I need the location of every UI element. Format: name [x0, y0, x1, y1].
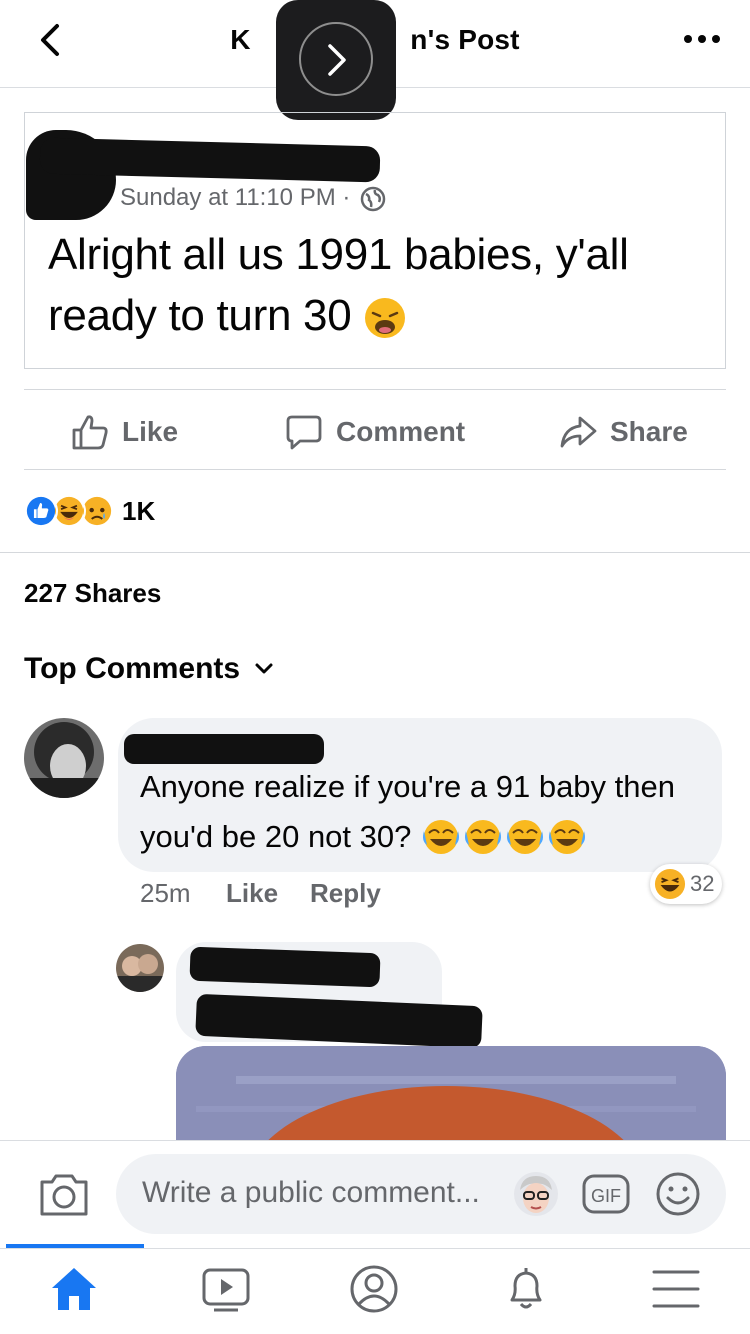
reply-avatar[interactable] [116, 944, 164, 992]
menu-icon[interactable] [650, 1264, 702, 1314]
comment-input[interactable]: Write a public comment... [116, 1154, 726, 1234]
post-text: Alright all us 1991 babies, y'all ready … [48, 230, 629, 340]
share-button[interactable]: Share [558, 410, 688, 454]
comment-reaction-number: 32 [690, 871, 715, 896]
svg-text:GIF: GIF [591, 1186, 621, 1206]
more-horizontal-icon[interactable] [682, 28, 722, 50]
share-arrow-icon [560, 416, 597, 448]
gif-icon[interactable]: GIF [582, 1172, 630, 1216]
avatar-sticker-icon[interactable] [512, 1170, 560, 1218]
comment-sort-label: Top Comments [24, 652, 241, 685]
divider [24, 389, 726, 390]
haha-reaction-icon [654, 868, 686, 900]
reaction-summary[interactable]: 1K [24, 494, 155, 528]
assistive-forward-button[interactable] [276, 0, 396, 120]
like-button[interactable]: Like [70, 410, 178, 454]
globe-icon [360, 186, 386, 212]
divider [24, 469, 726, 470]
comment-body: Anyone realize if you're a 91 baby then … [140, 762, 720, 862]
comment-label: Comment [336, 416, 466, 447]
thumbs-up-icon [72, 415, 108, 450]
post-body: Alright all us 1991 babies, y'all ready … [48, 224, 708, 346]
like-reaction-icon [24, 494, 58, 528]
share-label: Share [610, 416, 688, 447]
comment-input-placeholder: Write a public comment... [142, 1176, 480, 1209]
redacted-reply-name [189, 946, 381, 988]
smiley-icon[interactable] [654, 1170, 702, 1218]
weary-face-emoji-icon [365, 298, 406, 339]
bell-icon[interactable] [500, 1264, 552, 1314]
chevron-right-icon [328, 44, 346, 76]
speech-bubble-icon [286, 415, 322, 450]
home-icon[interactable] [48, 1264, 100, 1314]
section-divider [0, 552, 750, 553]
chevron-down-icon [255, 663, 273, 674]
profile-icon[interactable] [348, 1264, 400, 1314]
tears-of-joy-emoji-icon [423, 820, 586, 854]
camera-icon[interactable] [38, 1170, 90, 1218]
reaction-count: 1K [122, 495, 156, 526]
video-icon[interactable] [200, 1264, 252, 1314]
comment-text-line-1: Anyone realize if you're a 91 baby then [140, 769, 675, 804]
comment-sort-dropdown[interactable]: Top Comments [24, 652, 274, 686]
comment-timestamp: 25m [140, 878, 191, 908]
post-timestamp[interactable]: Sunday at 11:10 PM · [120, 184, 350, 212]
redacted-commenter-name [124, 734, 324, 764]
comment-like-button[interactable]: Like [226, 878, 278, 909]
comment-button[interactable]: Comment [284, 410, 465, 454]
shares-count[interactable]: 227 Shares [24, 578, 161, 609]
comment-reply-button[interactable]: Reply [310, 878, 381, 909]
commenter-avatar[interactable] [24, 718, 104, 798]
like-label: Like [122, 416, 179, 447]
comment-text-line-2: you'd be 20 not 30? [140, 819, 412, 854]
comment-reaction-count[interactable]: 32 [650, 864, 722, 904]
